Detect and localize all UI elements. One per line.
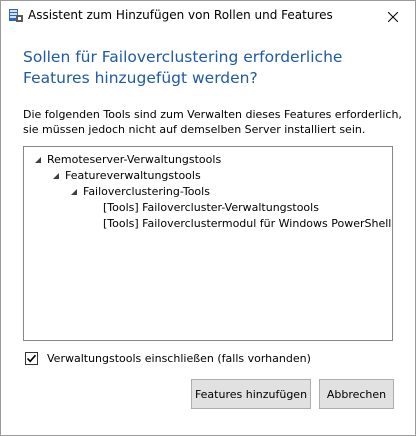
- add-features-button[interactable]: Features hinzufügen: [191, 379, 311, 409]
- cancel-button[interactable]: Abbrechen: [319, 379, 394, 409]
- tree-item-label: Failoverclustering-Tools: [83, 185, 210, 198]
- expanded-arrow-icon[interactable]: [68, 186, 80, 198]
- dialog-window: Assistent zum Hinzufügen von Rollen und …: [0, 0, 416, 436]
- tree-item-label: [Tools] Failoverclustermodul für Windows…: [103, 217, 392, 230]
- dialog-description: Die folgenden Tools sind zum Verwalten d…: [23, 108, 402, 136]
- tree-item-failoverclustering-tools[interactable]: Failoverclustering-Tools: [68, 184, 210, 200]
- tree-item-failoverclustermodul-powershell[interactable]: [Tools] Failoverclustermodul für Windows…: [103, 216, 391, 232]
- tree-item-label: Remoteserver-Verwaltungstools: [47, 153, 222, 166]
- server-manager-icon: [8, 7, 24, 23]
- expanded-arrow-icon[interactable]: [32, 154, 44, 166]
- dialog-heading: Sollen für Failoverclustering erforderli…: [23, 48, 343, 87]
- tree-item-label: Featureverwaltungstools: [65, 169, 201, 182]
- close-button[interactable]: [371, 1, 415, 31]
- features-tree[interactable]: Remoteserver-Verwaltungstools Featurever…: [23, 146, 393, 341]
- include-tools-checkbox-row[interactable]: Verwaltungstools einschließen (falls vor…: [25, 350, 311, 366]
- tree-item-label: [Tools] Failovercluster-Verwaltungstools: [103, 201, 319, 214]
- title-bar: Assistent zum Hinzufügen von Rollen und …: [1, 1, 415, 31]
- tree-item-featureverwaltungstools[interactable]: Featureverwaltungstools: [50, 168, 201, 184]
- include-tools-label: Verwaltungstools einschließen (falls vor…: [47, 351, 311, 365]
- checkmark-icon: [26, 354, 37, 362]
- tree-item-failovercluster-verwaltungstools[interactable]: [Tools] Failovercluster-Verwaltungstools: [103, 200, 319, 216]
- close-icon: [387, 7, 399, 26]
- window-title: Assistent zum Hinzufügen von Rollen und …: [28, 8, 333, 22]
- tree-item-remoteserver-verwaltungstools[interactable]: Remoteserver-Verwaltungstools: [32, 152, 221, 168]
- include-tools-checkbox[interactable]: [25, 351, 38, 365]
- expanded-arrow-icon[interactable]: [50, 170, 62, 182]
